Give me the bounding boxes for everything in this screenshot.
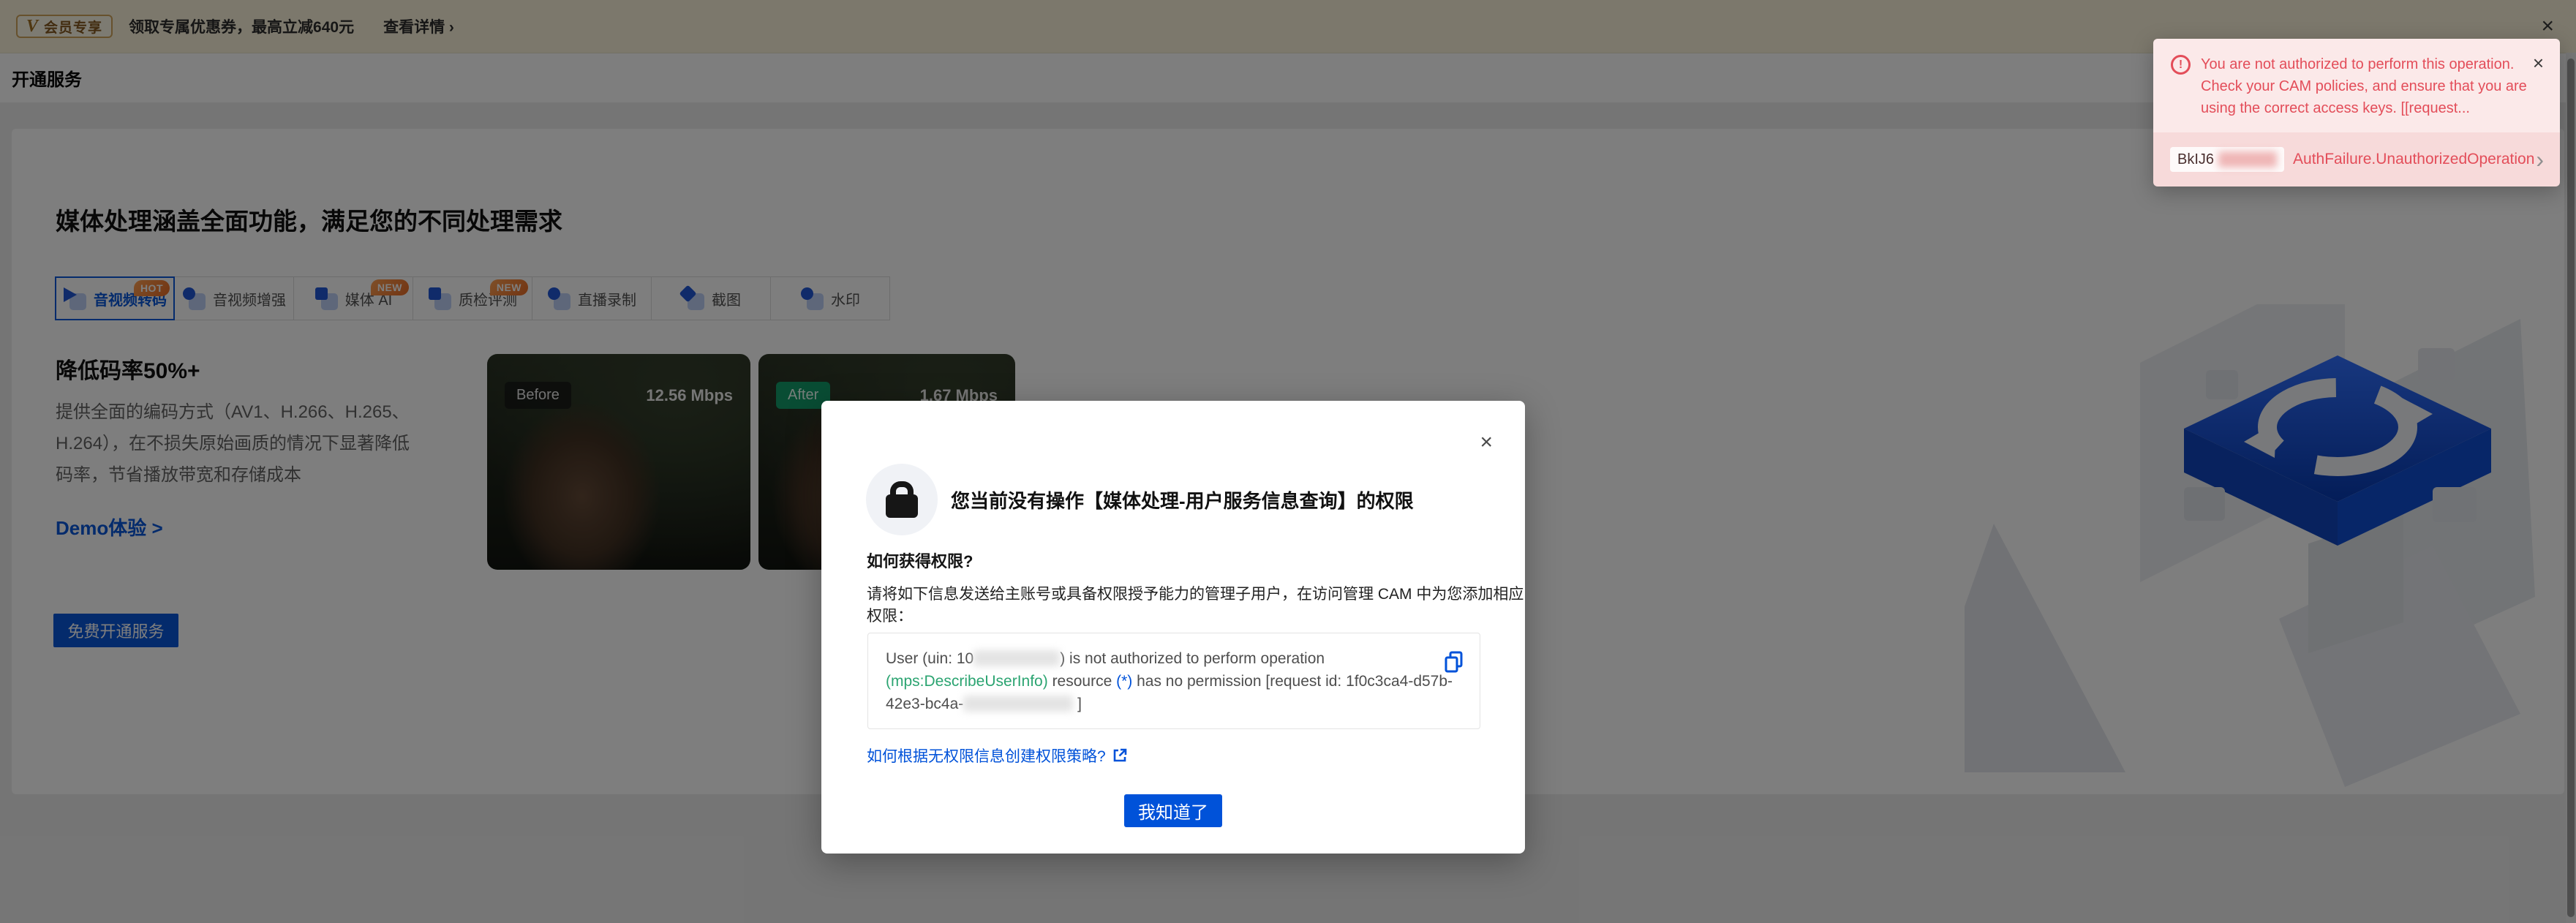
operation-name: (mps:DescribeUserInfo) — [886, 673, 1048, 690]
toast-close-icon[interactable]: × — [2533, 53, 2544, 119]
resource-wildcard: (*) — [1116, 673, 1132, 690]
alert-circle-icon: ! — [2171, 55, 2191, 75]
toast-line: Check your CAM policies, and ensure that… — [2201, 75, 2514, 97]
toast-line: You are not authorized to perform this o… — [2201, 53, 2514, 75]
modal-title: 您当前没有操作【媒体处理-用户服务信息查询】的权限 — [951, 464, 1414, 535]
permission-error-codeblock: User (uin: 10) is not authorized to perf… — [867, 633, 1480, 729]
toast-message-section: ! You are not authorized to perform this… — [2153, 39, 2560, 132]
code-line: (mps:DescribeUserInfo) resource (*) has … — [886, 670, 1462, 693]
confirm-button[interactable]: 我知道了 — [1124, 794, 1222, 827]
instruction-text: 请将如下信息发送给主账号或具备权限授予能力的管理子用户，在访问管理 CAM 中为… — [867, 582, 1525, 626]
code-line: User (uin: 10) is not authorized to perf… — [886, 647, 1462, 670]
toast-line: using the correct access keys. [[request… — [2201, 97, 2514, 119]
error-code: AuthFailure.UnauthorizedOperation — [2293, 151, 2534, 168]
chevron-right-icon[interactable]: › — [2536, 148, 2544, 171]
toast-error-detail-row[interactable]: BkIJ6 AuthFailure.UnauthorizedOperation … — [2153, 132, 2560, 187]
redacted-request-id — [963, 696, 1073, 712]
toast-message: You are not authorized to perform this o… — [2201, 53, 2514, 119]
error-toast: ! You are not authorized to perform this… — [2153, 39, 2560, 187]
lock-icon — [866, 464, 938, 535]
redacted-uin — [973, 650, 1060, 666]
section-title: 如何获得权限? — [867, 549, 973, 572]
code-line: 42e3-bc4a- ] — [886, 693, 1462, 715]
permission-modal: × 您当前没有操作【媒体处理-用户服务信息查询】的权限 如何获得权限? 请将如下… — [821, 401, 1525, 854]
external-link-icon — [1112, 748, 1127, 763]
request-id-prefix: BkIJ6 — [2177, 151, 2214, 168]
help-link[interactable]: 如何根据无权限信息创建权限策略? — [867, 745, 1127, 766]
modal-close-icon[interactable]: × — [1480, 432, 1493, 453]
copy-icon[interactable] — [1445, 651, 1464, 673]
request-id-chip[interactable]: BkIJ6 — [2170, 147, 2284, 172]
redacted-request-id — [2218, 151, 2277, 167]
